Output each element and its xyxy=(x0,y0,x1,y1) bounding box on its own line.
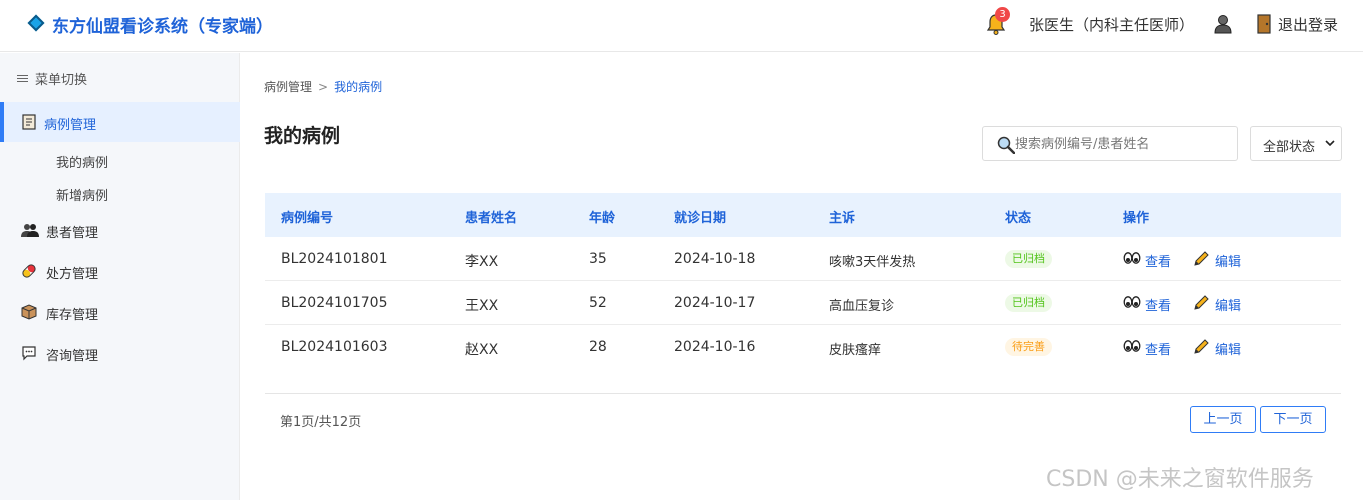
sidebar-item-label: 库存管理 xyxy=(46,308,99,323)
sidebar-item-inventory[interactable]: 库存管理 xyxy=(0,292,240,332)
sidebar-subitem-new-case[interactable]: 新增病例 xyxy=(0,178,240,208)
column-header-status: 状态 xyxy=(1005,211,1032,226)
view-label: 查看 xyxy=(1145,255,1172,270)
edit-label: 编辑 xyxy=(1215,343,1242,358)
cell-complaint: 咳嗽3天伴发热 xyxy=(829,255,916,270)
page-info: 第1页/共12页 xyxy=(280,415,362,430)
sidebar: 菜单切换 病例管理 我的病例 新增病例 患者管理 处方管理 库存管理 咨询管理 xyxy=(0,53,240,500)
search-icon xyxy=(997,136,1015,154)
sidebar-subitem-my-cases[interactable]: 我的病例 xyxy=(0,145,240,175)
column-header-actions: 操作 xyxy=(1123,211,1150,226)
cell-patient-name: 李XX xyxy=(465,254,499,270)
logo-diamond-icon xyxy=(27,14,45,32)
search-input[interactable] xyxy=(1015,135,1230,153)
column-header-age: 年龄 xyxy=(589,211,616,226)
cases-table: 病例编号 患者姓名 年龄 就诊日期 主诉 状态 操作 BL2024101801 … xyxy=(265,193,1341,369)
chevron-down-icon xyxy=(1325,140,1335,146)
table-row: BL2024101603 赵XX 28 2024-10-16 皮肤瘙痒 待完善 … xyxy=(265,325,1341,369)
table-header-row: 病例编号 患者姓名 年龄 就诊日期 主诉 状态 操作 xyxy=(265,193,1341,237)
cell-visit-date: 2024-10-18 xyxy=(674,251,756,267)
view-label: 查看 xyxy=(1145,299,1172,314)
cell-visit-date: 2024-10-17 xyxy=(674,295,756,311)
next-page-button[interactable]: 下一页 xyxy=(1260,406,1326,433)
cell-age: 52 xyxy=(589,295,607,311)
cell-case-id: BL2024101705 xyxy=(281,295,388,311)
pencil-icon xyxy=(1194,295,1209,310)
top-header: 东方仙盟看诊系统（专家端） 3 张医生（内科主任医师） 退出登录 xyxy=(0,0,1363,52)
chat-icon xyxy=(22,346,36,361)
sidebar-item-label: 咨询管理 xyxy=(46,349,99,364)
watermark: CSDN @未来之窗软件服务 xyxy=(1046,467,1314,492)
cell-patient-name: 王XX xyxy=(465,298,499,314)
cell-case-id: BL2024101801 xyxy=(281,251,388,267)
view-label: 查看 xyxy=(1145,343,1172,358)
edit-label: 编辑 xyxy=(1215,255,1242,270)
cell-age: 28 xyxy=(589,339,607,355)
status-filter-select[interactable]: 全部状态 xyxy=(1250,126,1342,161)
prev-page-button[interactable]: 上一页 xyxy=(1190,406,1256,433)
pencil-icon xyxy=(1194,251,1209,266)
column-header-case-id: 病例编号 xyxy=(281,211,334,226)
sidebar-item-label: 患者管理 xyxy=(46,226,99,241)
eyes-icon xyxy=(1123,252,1141,264)
table-row: BL2024101801 李XX 35 2024-10-18 咳嗽3天伴发热 已… xyxy=(265,237,1341,281)
medical-record-icon xyxy=(22,114,36,130)
sidebar-item-label: 处方管理 xyxy=(46,267,99,282)
user-avatar-icon[interactable] xyxy=(1214,14,1232,34)
patients-icon xyxy=(21,224,39,237)
breadcrumb: 病例管理 > 我的病例 xyxy=(264,78,382,95)
eyes-icon xyxy=(1123,296,1141,308)
sidebar-item-prescriptions[interactable]: 处方管理 xyxy=(0,251,240,291)
table-row: BL2024101705 王XX 52 2024-10-17 高血压复诊 已归档… xyxy=(265,281,1341,325)
cell-visit-date: 2024-10-16 xyxy=(674,339,756,355)
sidebar-item-consultation[interactable]: 咨询管理 xyxy=(0,333,240,373)
pill-icon xyxy=(22,264,36,278)
edit-label: 编辑 xyxy=(1215,299,1242,314)
app-title: 东方仙盟看诊系统（专家端） xyxy=(52,17,273,37)
status-badge: 待完善 xyxy=(1005,338,1052,356)
sidebar-subitem-label: 我的病例 xyxy=(56,156,109,171)
hamburger-icon xyxy=(17,75,28,76)
status-filter-value: 全部状态 xyxy=(1263,140,1316,155)
cell-case-id: BL2024101603 xyxy=(281,339,388,355)
cell-complaint: 高血压复诊 xyxy=(829,299,895,314)
sidebar-item-cases[interactable]: 病例管理 xyxy=(0,102,240,142)
column-header-complaint: 主诉 xyxy=(829,211,856,226)
breadcrumb-separator: > xyxy=(318,80,329,94)
box-icon xyxy=(21,304,37,320)
search-box[interactable] xyxy=(982,126,1238,161)
logout-label: 退出登录 xyxy=(1278,16,1339,34)
pagination-divider xyxy=(265,393,1341,394)
sidebar-item-label: 病例管理 xyxy=(44,118,97,133)
breadcrumb-parent[interactable]: 病例管理 xyxy=(264,80,312,94)
column-header-visit-date: 就诊日期 xyxy=(674,211,727,226)
cell-complaint: 皮肤瘙痒 xyxy=(829,343,882,358)
user-name: 张医生（内科主任医师） xyxy=(1029,16,1195,34)
menu-toggle-label: 菜单切换 xyxy=(35,73,88,88)
cell-age: 35 xyxy=(589,251,607,267)
pencil-icon xyxy=(1194,339,1209,354)
breadcrumb-current[interactable]: 我的病例 xyxy=(334,80,382,94)
status-badge: 已归档 xyxy=(1005,250,1052,268)
sidebar-item-patients[interactable]: 患者管理 xyxy=(0,210,240,250)
status-badge: 已归档 xyxy=(1005,294,1052,312)
notification-badge: 3 xyxy=(995,7,1010,22)
door-icon xyxy=(1257,14,1271,34)
cell-patient-name: 赵XX xyxy=(465,342,499,358)
page-title: 我的病例 xyxy=(264,125,341,147)
sidebar-subitem-label: 新增病例 xyxy=(56,189,109,204)
eyes-icon xyxy=(1123,340,1141,352)
column-header-patient-name: 患者姓名 xyxy=(465,211,518,226)
